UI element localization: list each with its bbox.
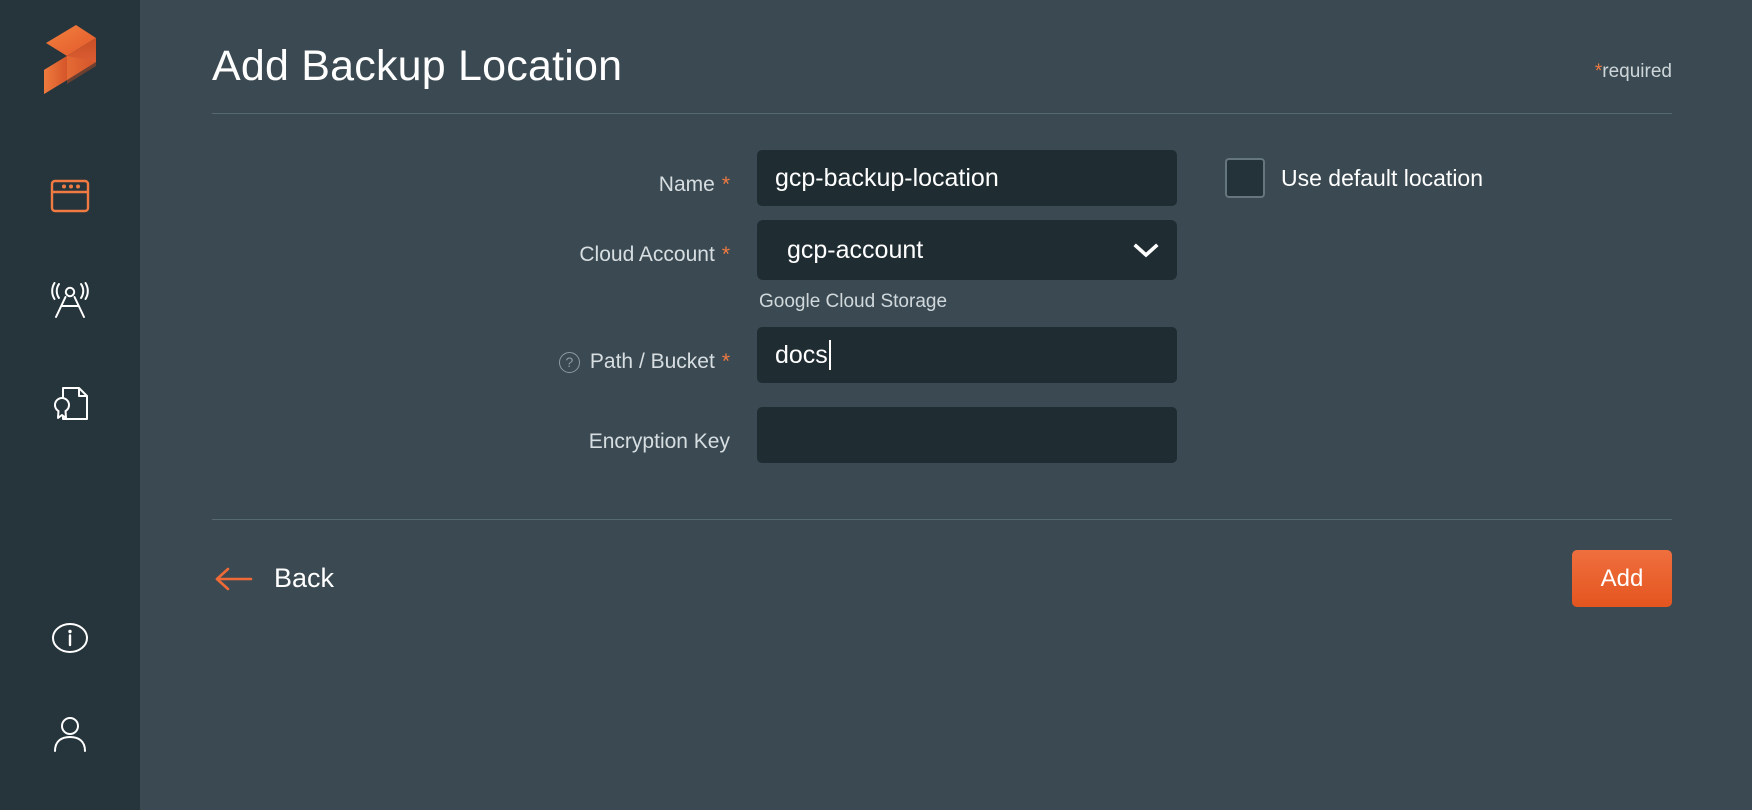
name-required-asterisk: *: [722, 173, 730, 197]
sidebar: [0, 0, 140, 810]
footer-divider: [212, 519, 1672, 520]
encryption-key-label: Encryption Key: [589, 430, 730, 454]
cloud-account-required-asterisk: *: [722, 243, 730, 267]
antenna-tower-icon: [48, 279, 92, 321]
back-button[interactable]: Back: [212, 557, 336, 600]
page-header: Add Backup Location *required: [212, 0, 1672, 91]
add-button[interactable]: Add: [1572, 550, 1672, 607]
form-row-path-bucket: ? Path / Bucket * docs: [212, 327, 1672, 383]
app-root: Add Backup Location *required Name* Clou…: [0, 0, 1752, 810]
prisma-logo[interactable]: [40, 22, 100, 96]
cloud-account-select[interactable]: gcp-account: [757, 220, 1177, 280]
footer-actions: Back Add: [212, 550, 1672, 607]
user-account-icon: [51, 714, 89, 754]
cloud-account-label: Cloud Account: [579, 243, 714, 267]
info-icon: [50, 621, 90, 655]
backup-location-form: Name * Cloud Account * gcp-account: [212, 150, 1672, 463]
encryption-key-label-cell: Encryption Key: [212, 407, 757, 463]
name-field-cell: [757, 150, 1177, 206]
checkbox-box-icon[interactable]: [1225, 158, 1265, 198]
path-bucket-required-asterisk: *: [722, 350, 730, 374]
form-row-cloud-account: Cloud Account* gcp-account Google Clo: [212, 220, 1672, 313]
use-default-location-label: Use default location: [1281, 165, 1483, 192]
name-label: Name: [659, 173, 715, 197]
help-icon[interactable]: ?: [559, 352, 580, 373]
path-bucket-label: Path / Bucket: [590, 350, 715, 374]
cloud-account-select-wrap: gcp-account: [757, 220, 1177, 280]
back-button-label: Back: [274, 563, 334, 594]
encryption-key-field-cell: [757, 407, 1177, 463]
path-bucket-input[interactable]: docs: [757, 327, 1177, 383]
document-badge-icon: [49, 384, 91, 424]
required-note: *required: [1595, 61, 1672, 91]
path-bucket-field-cell: docs: [757, 327, 1177, 383]
use-default-location-checkbox[interactable]: Use default location: [1225, 158, 1483, 198]
encryption-key-input[interactable]: [757, 407, 1177, 463]
main-content: Add Backup Location *required Name* Clou…: [140, 0, 1752, 810]
cloud-account-hint: Google Cloud Storage: [757, 291, 1177, 313]
path-bucket-value: docs: [775, 341, 828, 370]
text-cursor: [829, 340, 831, 370]
form-row-encryption-key: Encryption Key: [212, 407, 1672, 463]
cloud-account-field-cell: gcp-account Google Cloud Storage: [757, 220, 1177, 313]
dashboard-window-icon: [50, 179, 90, 213]
cloud-account-label-cell: Cloud Account *: [212, 220, 757, 276]
name-label-cell: Name *: [212, 150, 757, 206]
path-bucket-label-cell: ? Path / Bucket *: [212, 327, 757, 383]
required-label: required: [1602, 61, 1672, 82]
sidebar-item-reports[interactable]: [42, 376, 98, 432]
name-input[interactable]: [757, 150, 1177, 206]
sidebar-item-sensors[interactable]: [42, 272, 98, 328]
page-title: Add Backup Location: [212, 42, 622, 91]
arrow-left-icon: [214, 566, 254, 592]
sidebar-item-dashboard[interactable]: [42, 168, 98, 224]
header-divider: [212, 113, 1672, 114]
sidebar-item-account[interactable]: [42, 706, 98, 762]
sidebar-item-info[interactable]: [42, 610, 98, 666]
